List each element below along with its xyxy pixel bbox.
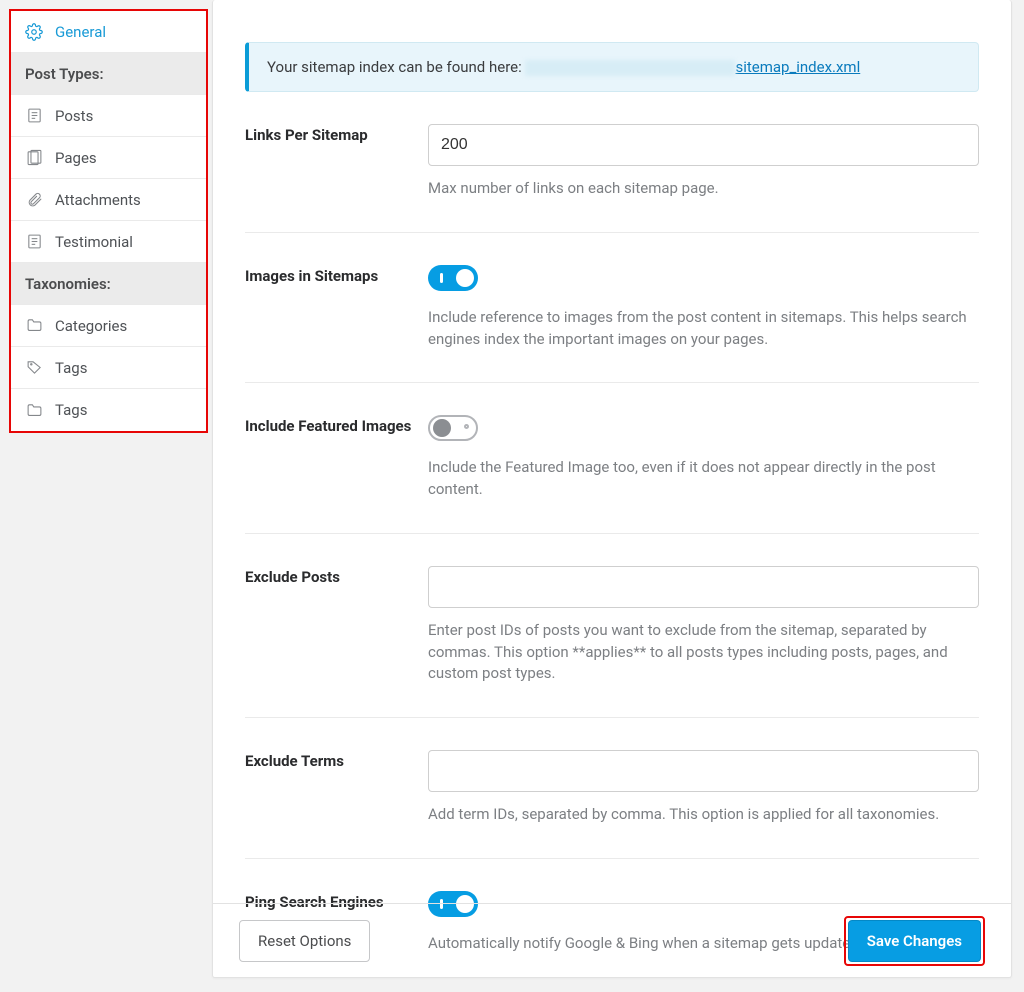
sidebar-item-tags-2[interactable]: Tags xyxy=(11,389,206,431)
sidebar-item-posts[interactable]: Posts xyxy=(11,95,206,137)
exclude-terms-input[interactable] xyxy=(428,750,979,792)
field-images-in-sitemaps: Images in Sitemaps Include reference to … xyxy=(245,233,979,384)
field-help: Include the Featured Image too, even if … xyxy=(428,457,979,501)
save-changes-button[interactable]: Save Changes xyxy=(848,920,981,962)
sitemap-index-notice: Your sitemap index can be found here: si… xyxy=(245,42,979,92)
sidebar-item-testimonial[interactable]: Testimonial xyxy=(11,221,206,263)
images-in-sitemaps-toggle[interactable] xyxy=(428,265,478,291)
sidebar-item-label: Tags xyxy=(55,401,87,419)
field-links-per-sitemap: Links Per Sitemap Max number of links on… xyxy=(245,92,979,233)
links-per-sitemap-input[interactable] xyxy=(428,124,979,166)
field-help: Include reference to images from the pos… xyxy=(428,307,979,351)
post-icon xyxy=(25,233,43,251)
exclude-posts-input[interactable] xyxy=(428,566,979,608)
sidebar-item-label: Categories xyxy=(55,317,127,335)
folder-icon xyxy=(25,401,43,419)
sidebar-item-label: Attachments xyxy=(55,191,141,209)
gear-icon xyxy=(25,23,43,41)
field-help: Max number of links on each sitemap page… xyxy=(428,178,979,200)
field-include-featured-images: Include Featured Images Include the Feat… xyxy=(245,383,979,534)
field-label: Links Per Sitemap xyxy=(245,124,428,200)
sidebar-item-label: Tags xyxy=(55,359,87,377)
page-icon xyxy=(25,149,43,167)
sidebar-item-label: Testimonial xyxy=(55,233,133,251)
field-exclude-posts: Exclude Posts Enter post IDs of posts yo… xyxy=(245,534,979,718)
field-label: Include Featured Images xyxy=(245,415,428,501)
sidebar-item-label: Pages xyxy=(55,149,97,167)
attachment-icon xyxy=(25,191,43,209)
panel-footer: Reset Options Save Changes xyxy=(213,903,1011,977)
settings-sidebar: General Post Types: Posts Pages Attachme… xyxy=(9,9,208,433)
sidebar-group-post-types: Post Types: xyxy=(11,53,206,95)
sidebar-item-attachments[interactable]: Attachments xyxy=(11,179,206,221)
include-featured-images-toggle[interactable] xyxy=(428,415,478,441)
save-button-highlight: Save Changes xyxy=(844,916,985,966)
sidebar-item-tags[interactable]: Tags xyxy=(11,347,206,389)
sitemap-index-link[interactable]: sitemap_index.xml xyxy=(735,58,860,76)
field-label: Images in Sitemaps xyxy=(245,265,428,351)
notice-text: Your sitemap index can be found here: xyxy=(267,58,522,76)
sidebar-item-label: Posts xyxy=(55,107,93,125)
sidebar-item-general[interactable]: General xyxy=(11,11,206,53)
sidebar-group-taxonomies: Taxonomies: xyxy=(11,263,206,305)
tag-icon xyxy=(25,359,43,377)
field-exclude-terms: Exclude Terms Add term IDs, separated by… xyxy=(245,718,979,859)
reset-options-button[interactable]: Reset Options xyxy=(239,920,370,962)
sidebar-item-label: General xyxy=(55,23,106,41)
settings-panel: Your sitemap index can be found here: si… xyxy=(212,0,1012,978)
sidebar-item-categories[interactable]: Categories xyxy=(11,305,206,347)
field-label: Exclude Posts xyxy=(245,566,428,685)
sidebar-item-pages[interactable]: Pages xyxy=(11,137,206,179)
field-help: Enter post IDs of posts you want to excl… xyxy=(428,620,979,685)
obscured-url xyxy=(525,60,735,76)
post-icon xyxy=(25,107,43,125)
field-label: Exclude Terms xyxy=(245,750,428,826)
field-help: Add term IDs, separated by comma. This o… xyxy=(428,804,979,826)
folder-icon xyxy=(25,317,43,335)
